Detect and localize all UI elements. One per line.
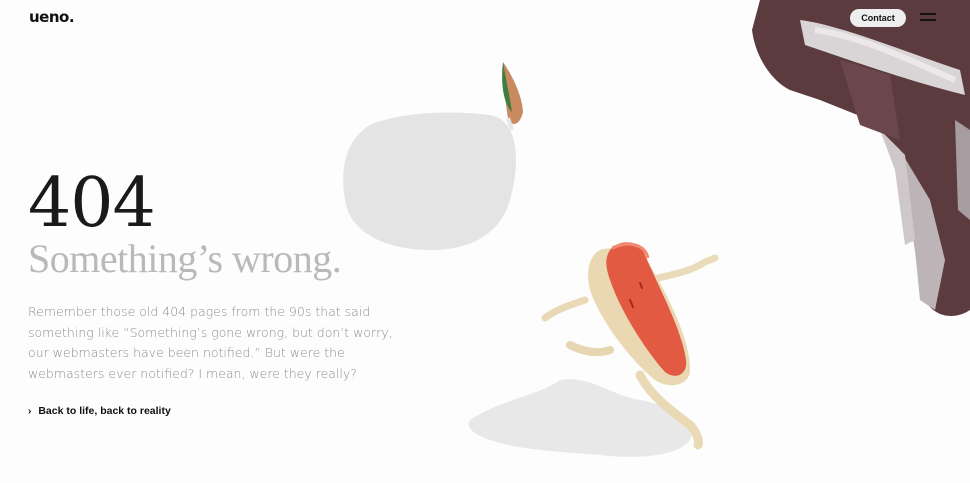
leaf-graphic bbox=[503, 62, 523, 124]
contact-button[interactable]: Contact bbox=[850, 9, 906, 27]
hotdog-shadow bbox=[468, 379, 692, 457]
error-description: Remember those old 404 pages from the 90… bbox=[28, 304, 393, 381]
hotdog-character bbox=[541, 242, 719, 450]
pot-shadow bbox=[343, 112, 516, 250]
back-link[interactable]: › Back to life, back to reality bbox=[28, 405, 171, 417]
menu-line-bottom bbox=[920, 19, 936, 21]
logo[interactable]: ueno. bbox=[29, 8, 75, 26]
chair-graphic bbox=[752, 0, 970, 316]
chevron-right-icon: › bbox=[28, 405, 32, 417]
back-link-label: Back to life, back to reality bbox=[38, 405, 171, 417]
contact-button-label: Contact bbox=[861, 13, 895, 23]
menu-line-top bbox=[920, 13, 936, 15]
error-code: 404 bbox=[28, 164, 156, 243]
hamburger-icon[interactable] bbox=[920, 13, 936, 23]
page: ueno. Contact 404 Something’s wrong. Rem… bbox=[0, 0, 970, 483]
page-title: Something’s wrong. bbox=[28, 236, 342, 281]
